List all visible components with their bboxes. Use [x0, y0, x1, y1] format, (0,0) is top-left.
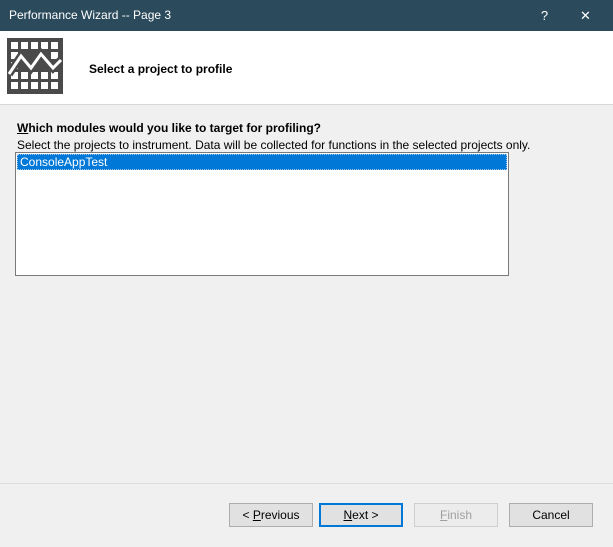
performance-chart-icon [5, 38, 64, 94]
next-label: ext > [352, 508, 379, 522]
previous-label: revious [260, 508, 300, 522]
window-title: Performance Wizard -- Page 3 [9, 8, 172, 22]
question-mnemonic: W [17, 121, 29, 135]
close-icon: ✕ [580, 7, 591, 23]
module-question: Which modules would you like to target f… [17, 121, 321, 135]
footer-divider [0, 483, 613, 484]
list-item[interactable]: ConsoleAppTest [17, 154, 507, 170]
title-bar: Performance Wizard -- Page 3 ? ✕ [0, 0, 613, 31]
instruction-text: Select the projects to instrument. Data … [17, 138, 531, 152]
project-listbox[interactable]: ConsoleAppTest [15, 152, 509, 276]
previous-prefix: < [242, 508, 253, 522]
help-button[interactable]: ? [522, 0, 567, 31]
header-divider [0, 104, 613, 105]
cancel-button[interactable]: Cancel [509, 503, 593, 527]
finish-label: inish [447, 508, 473, 522]
close-button[interactable]: ✕ [563, 0, 608, 31]
previous-button[interactable]: < Previous [229, 503, 313, 527]
question-text: hich modules would you like to target fo… [28, 121, 321, 135]
finish-mnemonic: F [439, 508, 448, 522]
help-icon: ? [540, 8, 549, 23]
page-heading: Select a project to profile [89, 62, 233, 76]
previous-mnemonic: P [252, 508, 261, 522]
wizard-header: Select a project to profile [0, 31, 613, 104]
next-button[interactable]: Next > [319, 503, 403, 527]
finish-button: Finish [414, 503, 498, 527]
cancel-label: Cancel [532, 508, 570, 522]
next-mnemonic: N [343, 508, 353, 522]
